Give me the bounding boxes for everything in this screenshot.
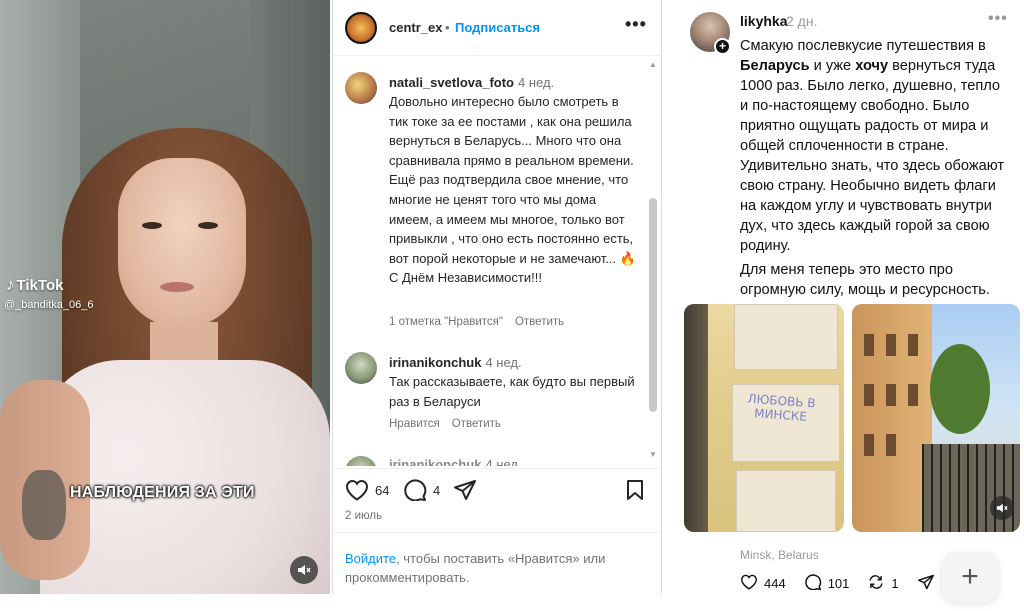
tiktok-video[interactable]: ♪ TikTok @_banditka_06_6 НАБЛЮДЕНИЯ ЗА Э…: [0, 0, 330, 594]
image-shadow: [684, 304, 708, 532]
follow-button[interactable]: Подписаться: [455, 20, 540, 35]
comment-meta: 1 отметка "Нравится" Ответить: [389, 316, 564, 328]
wall-panel: [736, 470, 836, 532]
scroll-up-arrow-icon[interactable]: ▲: [649, 60, 657, 69]
post-time: 2 дн.: [786, 13, 818, 29]
speaker-muted-icon[interactable]: [290, 556, 318, 584]
comment-item: natali_svetlova_foto 4 нед. Довольно инте…: [333, 72, 649, 342]
post-header: centr_ex • Подписаться •••: [333, 0, 661, 56]
tree: [930, 344, 990, 434]
building-window: [908, 334, 918, 356]
like-button[interactable]: 444: [740, 574, 786, 593]
post-actions: 444 101 1: [740, 574, 953, 593]
author-username[interactable]: likyhka: [740, 13, 787, 29]
comment-header: irinanikonchuk 4 нед.: [389, 354, 522, 372]
commenter-username[interactable]: irinanikonchuk: [389, 355, 481, 370]
commenter-username[interactable]: irinanikonchuk: [389, 457, 481, 466]
tiktok-watermark: ♪ TikTok: [6, 275, 63, 295]
person-face: [118, 158, 246, 328]
author-avatar[interactable]: [345, 12, 377, 44]
send-icon: [917, 574, 935, 593]
reply-button[interactable]: Ответить: [452, 418, 501, 430]
commenter-avatar[interactable]: [345, 352, 377, 384]
speaker-muted-icon[interactable]: [990, 496, 1014, 520]
comment-time: 4 нед.: [518, 75, 555, 90]
building-window: [908, 384, 918, 406]
commenter-avatar[interactable]: [345, 456, 377, 466]
building-window: [886, 434, 896, 456]
repost-icon: [867, 574, 885, 593]
comment-item: irinanikonchuk 4 нед. Так рассказываете, …: [333, 352, 649, 438]
person-mouth: [160, 282, 194, 292]
follow-plus-icon[interactable]: +: [714, 38, 731, 55]
send-icon[interactable]: [453, 479, 477, 506]
like-comment-button[interactable]: Нравится: [389, 418, 440, 430]
comment-button[interactable]: 101: [804, 574, 850, 593]
like-count: 64: [375, 483, 390, 498]
separator-dot: •: [445, 20, 450, 35]
like-count: 444: [764, 576, 786, 591]
comment-count: 101: [827, 576, 850, 591]
post-text: Смакую послевкусие путешествия в Беларус…: [740, 36, 1012, 256]
commenter-username[interactable]: natali_svetlova_foto: [389, 75, 514, 90]
commenter-avatar[interactable]: [345, 72, 377, 104]
post-location[interactable]: Minsk, Belarus: [740, 548, 819, 562]
comments-scrollbar[interactable]: [649, 198, 657, 412]
login-prompt-text: Войдите, чтобы поставить «Нравится» или …: [345, 549, 635, 587]
building-window: [864, 334, 874, 356]
person-eye: [142, 222, 162, 229]
person-eye: [198, 222, 218, 229]
tiktok-brand: TikTok: [16, 276, 64, 294]
comment-icon: [804, 574, 822, 593]
comment-icon[interactable]: [403, 479, 427, 506]
comment-header: irinanikonchuk 4 нед.: [389, 456, 522, 466]
instagram-post-panel: centr_ex • Подписаться ••• natali_svetlo…: [332, 0, 662, 594]
tiktok-handle: @_banditka_06_6: [4, 299, 94, 311]
tiktok-logo-icon: ♪: [6, 275, 15, 294]
login-prompt: Войдите, чтобы поставить «Нравится» или …: [333, 532, 661, 585]
comment-time: 4 нед.: [485, 457, 522, 466]
more-options-icon[interactable]: •••: [625, 14, 647, 35]
heart-icon: [740, 574, 758, 593]
comment-text: Довольно интересно было смотреть в тик т…: [389, 94, 636, 286]
wall-panel: [734, 304, 838, 370]
repost-count: 1: [891, 576, 899, 591]
person-tattoo: [22, 470, 66, 540]
login-link[interactable]: Войдите: [345, 551, 396, 566]
post-date: 2 июль: [345, 510, 383, 522]
comment-text: Так рассказываете, как будто вы первый р…: [389, 374, 635, 409]
post-text-bold: хочу: [855, 58, 889, 74]
reply-button[interactable]: Ответить: [515, 316, 564, 328]
post-image-wall-graffiti[interactable]: ЛЮБОВЬ В МИНСКЕ: [684, 304, 844, 532]
new-post-button[interactable]: +: [942, 552, 998, 602]
post-text-bold: Беларусь: [740, 58, 810, 74]
post-actions: 64 4: [333, 468, 661, 508]
building-window: [864, 384, 874, 406]
author-username[interactable]: centr_ex: [389, 20, 442, 35]
scroll-down-arrow-icon[interactable]: ▼: [649, 450, 657, 459]
post-text-part: Смакую послевкусие путешествия в: [740, 38, 986, 54]
video-caption: НАБЛЮДЕНИЯ ЗА ЭТИ: [70, 484, 255, 501]
comment-count: 4: [433, 483, 441, 498]
post-text-part: и уже: [809, 58, 856, 74]
comment-item: irinanikonchuk 4 нед.: [333, 454, 649, 466]
comment-header: natali_svetlova_foto 4 нед.: [389, 74, 554, 92]
post-text-second-paragraph: Для меня теперь это место про огромную с…: [740, 262, 990, 298]
share-button[interactable]: [917, 574, 935, 593]
comment-meta: Нравится Ответить: [389, 418, 501, 430]
comment-likes[interactable]: 1 отметка "Нравится": [389, 316, 503, 328]
building-window: [886, 334, 896, 356]
comment-time: 4 нед.: [485, 355, 522, 370]
post-text-part: вернуться туда 1000 раз. Было легко, душ…: [740, 58, 1005, 254]
heart-icon[interactable]: [345, 479, 369, 506]
bookmark-icon[interactable]: [625, 479, 645, 506]
threads-post-panel: + likyhka 2 дн. ••• Смакую послевкусие п…: [680, 0, 1024, 611]
more-options-icon[interactable]: •••: [988, 10, 1008, 28]
building-window: [864, 434, 874, 456]
repost-button[interactable]: 1: [867, 574, 899, 593]
building-window: [886, 384, 896, 406]
